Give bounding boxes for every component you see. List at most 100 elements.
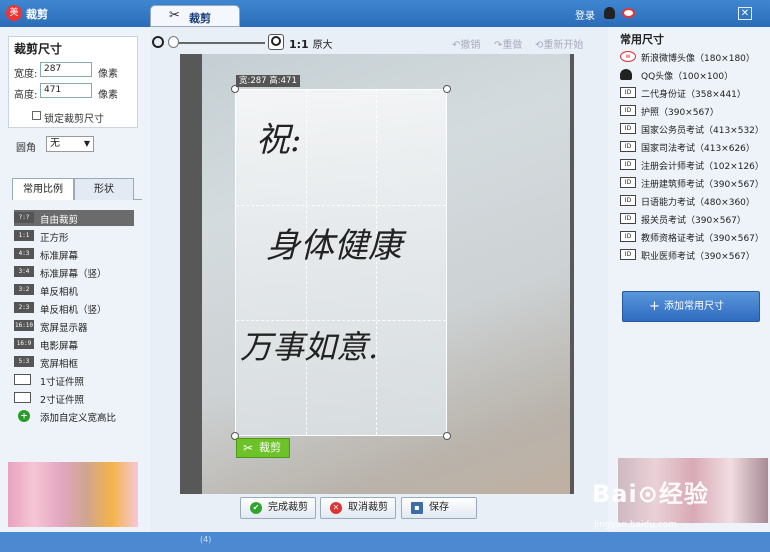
id-card-icon: ID [620,159,636,170]
height-input[interactable]: 471 [40,83,92,98]
ratio-item-16-10[interactable]: 16:10 宽屏显示器 [14,318,134,334]
size-item-idcard[interactable]: ID 二代身份证（358×441） [620,85,768,101]
weibo-icon[interactable] [622,8,635,18]
done-crop-button[interactable]: ✔ 完成裁剪 [240,497,316,519]
save-button[interactable]: ▪ 保存 [401,497,477,519]
ratio-item-2-inch[interactable]: 2寸证件照 [14,390,134,406]
ratio-item-1-1[interactable]: 1:1 正方形 [14,228,134,244]
ratio-item-label: 自由裁剪 [40,215,79,226]
size-item-label: 注册会计师考试（102×126） [641,162,764,172]
app-title: 裁剪 [26,8,48,21]
zoom-slider[interactable] [170,42,265,44]
ratio-item-label: 单反相机（竖） [40,305,107,316]
lock-size-checkbox[interactable] [32,111,41,120]
restart-button[interactable]: ⟲重新开始 [535,36,583,51]
actual-size-label: 原大 [312,40,333,51]
id-photo-icon [14,392,31,403]
zoom-in-icon [271,36,281,46]
grid-line [236,205,446,206]
ratio-item-3-2[interactable]: 3:2 单反相机 [14,282,134,298]
redo-button[interactable]: ↷重做 [494,36,522,51]
zoom-slider-knob[interactable] [168,36,179,48]
window-close-button[interactable]: ✕ [738,7,752,20]
id-card-icon: ID [620,123,636,134]
id-card-icon: ID [620,141,636,152]
size-item-doctor[interactable]: ID 职业医师考试（390×567） [620,247,768,263]
size-item-label: 教师资格证考试（390×567） [641,234,764,244]
chevron-down-icon: ▼ [83,139,90,148]
crop-button-label: 裁剪 [259,441,281,454]
crop-handle[interactable] [443,432,451,440]
ratio-item-label: 2寸证件照 [40,395,85,406]
ratio-item-label: 标准屏幕（竖） [40,269,107,280]
size-item-civil[interactable]: ID 国家公务员考试（413×532） [620,121,768,137]
corner-select-value: 无 [50,138,60,149]
status-bar [0,532,770,552]
lock-size-label: 锁定裁剪尺寸 [44,114,104,125]
size-item-label: 职业医师考试（390×567） [641,252,755,262]
size-item-weibo[interactable]: w 新浪微博头像（180×180） [620,49,768,65]
zoom-out-icon[interactable] [152,36,164,48]
save-label: 保存 [429,502,449,513]
zoom-in-button[interactable] [268,34,284,50]
size-item-customs[interactable]: ID 报关员考试（390×567） [620,211,768,227]
ratio-item-3-4[interactable]: 3:4 标准屏幕（竖） [14,264,134,280]
ratio-item-5-3[interactable]: 5:3 宽屏相框 [14,354,134,370]
crop-selection[interactable]: 祝: 身体健康 万事如意. [235,89,447,436]
ratio-16-10-icon: 16:10 [14,320,34,331]
ratio-item-free[interactable]: ?:? 自由裁剪 [14,210,134,226]
tab-common-ratio[interactable]: 常用比例 [12,178,74,200]
tab-crop-label: 裁剪 [189,12,211,25]
ratio-item-label: 宽屏显示器 [40,323,88,334]
ratio-item-2-3[interactable]: 2:3 单反相机（竖） [14,300,134,316]
tab-shape[interactable]: 形状 [74,178,134,200]
tab-crop[interactable]: ✂ 裁剪 [150,5,240,27]
ratio-item-4-3[interactable]: 4:3 标准屏幕 [14,246,134,262]
size-item-passport[interactable]: ID 护照（390×567） [620,103,768,119]
done-crop-label: 完成裁剪 [268,502,308,513]
common-sizes-title: 常用尺寸 [620,33,664,46]
crop-button[interactable]: ✂ 裁剪 [236,438,290,458]
watermark-logo: Bai⊙经验 [592,480,709,508]
status-text: (4) [200,535,212,544]
size-item-architect[interactable]: ID 注册建筑师考试（390×567） [620,175,768,191]
size-item-qq[interactable]: QQ头像（100×100） [620,67,768,83]
qq-icon[interactable] [604,7,615,19]
id-card-icon: ID [620,249,636,260]
size-item-label: 国家公务员考试（413×532） [641,126,764,136]
handwriting-line: 身体健康 [266,226,402,266]
ratio-item-add-custom[interactable]: + 添加自定义宽高比 [14,408,134,424]
ratio-item-label: 添加自定义宽高比 [40,413,117,424]
actual-size-button[interactable]: 1:1 原大 [289,36,333,51]
ratio-item-1-inch[interactable]: 1寸证件照 [14,372,134,388]
grid-line [236,320,446,321]
login-link[interactable]: 登录 [575,7,595,22]
add-common-size-button[interactable]: + 添加常用尺寸 [622,291,760,322]
ratio-1-1-icon: 1:1 [14,230,34,241]
size-item-teacher[interactable]: ID 教师资格证考试（390×567） [620,229,768,245]
size-item-cpa[interactable]: ID 注册会计师考试（102×126） [620,157,768,173]
ratio-item-label: 单反相机 [40,287,79,298]
crop-handle[interactable] [443,85,451,93]
ratio-item-label: 正方形 [40,233,69,244]
id-card-icon: ID [620,105,636,116]
height-label: 高度: [14,90,38,101]
ratio-5-3-icon: 5:3 [14,356,34,367]
save-icon: ▪ [411,502,423,514]
scissors-icon: ✂ [169,8,180,23]
id-card-icon: ID [620,213,636,224]
qq-icon [620,69,632,80]
size-item-label: 注册建筑师考试（390×567） [641,180,764,190]
size-item-label: QQ头像（100×100） [641,72,734,82]
cancel-crop-button[interactable]: ✕ 取消裁剪 [320,497,396,519]
size-item-jlpt[interactable]: ID 日语能力考试（480×360） [620,193,768,209]
undo-button[interactable]: ↶撤销 [452,36,480,51]
corner-select[interactable]: 无 ▼ [46,136,94,152]
ratio-item-16-9[interactable]: 16:9 电影屏幕 [14,336,134,352]
width-input[interactable]: 287 [40,62,92,77]
ratio-item-label: 宽屏相框 [40,359,79,370]
size-item-label: 护照（390×567） [641,108,719,118]
ratio-item-label: 1寸证件照 [40,377,85,388]
size-item-judicial[interactable]: ID 国家司法考试（413×626） [620,139,768,155]
handwriting-line: 万事如意. [240,328,379,366]
